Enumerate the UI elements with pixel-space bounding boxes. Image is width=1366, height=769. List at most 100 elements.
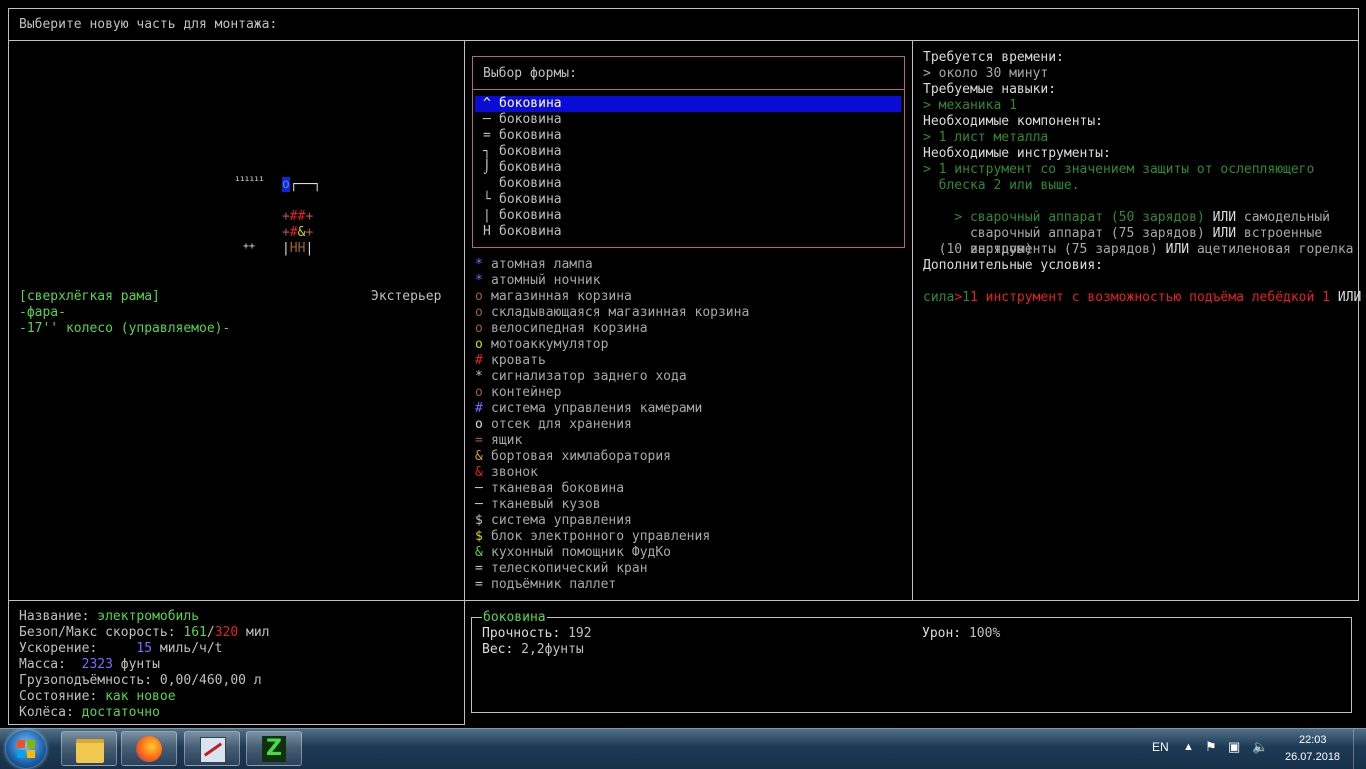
tools-icon	[200, 737, 226, 763]
installed-part-item[interactable]: -фара-	[19, 305, 66, 321]
shape-option[interactable]: ┐ боковина	[475, 144, 901, 160]
part-list-item[interactable]: = телескопический кран	[475, 561, 648, 577]
language-indicator[interactable]: EN	[1152, 740, 1169, 754]
part-info-area: боковина Прочность: 192 Вес: 2,2фунты Ур…	[464, 600, 1359, 725]
part-list-item[interactable]: o велосипедная корзина	[475, 321, 648, 337]
part-info-box: боковина Прочность: 192 Вес: 2,2фунты Ур…	[471, 610, 1352, 713]
part-selection-panel: Выбор формы: ^ боковина ─ боковина = боковина…	[464, 40, 913, 601]
part-symbol: ─	[475, 481, 483, 496]
part-symbol: o	[475, 321, 483, 336]
network-icon[interactable]: ▣	[1228, 739, 1240, 755]
tool-2-line-3: инструменты (75 зарядов) ИЛИ ацетиленова…	[954, 242, 1354, 257]
action-center-icon[interactable]: ⚑	[1205, 739, 1217, 755]
part-list-item[interactable]: & звонок	[475, 465, 538, 481]
time-label: Требуется времени:	[923, 50, 1064, 65]
part-symbol: *	[475, 369, 483, 384]
shape-option[interactable]: Hбоковина	[475, 224, 901, 240]
part-label: ящик	[491, 433, 523, 448]
tool-2-line-1: > сварочный аппарат (50 зарядов) ИЛИ сам…	[954, 210, 1330, 225]
shape-option[interactable]: = боковина	[475, 128, 901, 144]
part-label: телескопический кран	[491, 561, 648, 576]
shape-symbol: ^	[483, 96, 491, 111]
vehicle-row-3: +#&+	[281, 225, 314, 240]
skills-value: > механика 1	[923, 98, 1017, 113]
extra-label: Дополнительные условия:	[923, 258, 1104, 273]
folder-icon	[76, 739, 104, 763]
part-label: тканевый кузов	[491, 497, 601, 512]
shape-label: боковина	[499, 224, 562, 239]
part-damage: Урон: 100%	[922, 626, 1001, 641]
cataclysm-taskbar-button[interactable]: Z	[246, 731, 302, 766]
windows-logo-icon	[17, 740, 35, 758]
volume-icon[interactable]: 🔈	[1252, 739, 1268, 755]
vehicle-row-5: ++	[243, 241, 256, 252]
part-list-item[interactable]: o мотоаккумулятор	[475, 337, 608, 353]
part-list-item[interactable]: o отсек для хранения	[475, 417, 632, 433]
stat-speed: Безоп/Макс скорость: 161/320 мил	[19, 625, 270, 640]
shape-symbol: └	[483, 192, 491, 207]
part-list-item[interactable]: o складывающаяся магазинная корзина	[475, 305, 749, 321]
extra-line-2: сила 1	[923, 290, 970, 305]
shape-option[interactable]: ^ боковина	[475, 96, 901, 112]
clock-time[interactable]: 22:03	[1299, 734, 1327, 746]
shape-option[interactable]: ─ боковина	[475, 112, 901, 128]
part-label: контейнер	[491, 385, 562, 400]
shape-option[interactable]: ⌡ боковина	[475, 160, 901, 176]
installed-part-item[interactable]: -17'' колесо (управляемое)-	[19, 321, 230, 337]
shape-dialog-divider	[473, 89, 904, 90]
stat-cargo: Грузоподъёмность: 0,00/460,00 л	[19, 673, 262, 688]
part-symbol: $	[475, 513, 483, 528]
part-list-item[interactable]: $ система управления	[475, 513, 632, 529]
part-symbol: *	[475, 257, 483, 272]
part-list-item[interactable]: # кровать	[475, 353, 546, 369]
part-label: атомная лампа	[491, 257, 593, 272]
part-list-item[interactable]: $ блок электронного управления	[475, 529, 710, 545]
explorer-taskbar-button[interactable]	[61, 731, 117, 766]
stat-condition: Состояние: как новое	[19, 689, 176, 704]
shape-options-list: ^ боковина ─ боковина = боковина ┐ боковина ⌡ бок…	[475, 96, 903, 242]
vehicle-row-2: +##+	[281, 209, 314, 224]
part-symbol: #	[475, 353, 483, 368]
app-taskbar-button[interactable]	[184, 731, 240, 766]
part-symbol: o	[475, 385, 483, 400]
part-list-item[interactable]: o магазинная корзина	[475, 289, 632, 305]
part-list-item[interactable]: * атомный ночник	[475, 273, 601, 289]
shape-option[interactable]: └ боковина	[475, 192, 901, 208]
shape-option[interactable]: | боковина	[475, 208, 901, 224]
stat-acceleration: Ускорение: 15 миль/ч/t	[19, 641, 223, 656]
show-desktop-button[interactable]	[1353, 729, 1366, 769]
part-label: велосипедная корзина	[491, 321, 648, 336]
part-label: атомный ночник	[491, 273, 601, 288]
part-symbol: &	[475, 465, 483, 480]
shape-option[interactable]: боковина	[475, 176, 901, 192]
part-list-item[interactable]: = ящик	[475, 433, 522, 449]
part-label: магазинная корзина	[491, 289, 632, 304]
taskbar: Z EN ▲ ⚑ ▣ 🔈 22:03 26.07.2018	[0, 728, 1366, 769]
part-list-item[interactable]: * атомная лампа	[475, 257, 593, 273]
part-list-item[interactable]: = подъёмник паллет	[475, 577, 616, 593]
stat-name: Название: электромобиль	[19, 609, 200, 624]
part-symbol: &	[475, 449, 483, 464]
part-weight: Вес: 2,2фунты	[482, 642, 584, 657]
tool-2-line-2: сварочный аппарат (75 зарядов) ИЛИ встро…	[954, 226, 1323, 241]
shape-symbol: |	[483, 208, 491, 223]
components-value: > 1 лист металла	[923, 130, 1049, 145]
part-list-item[interactable]: ─ тканевый кузов	[475, 497, 601, 513]
vehicle-cursor[interactable]: o	[281, 177, 290, 192]
part-symbol: =	[475, 433, 483, 448]
part-label: мотоаккумулятор	[491, 337, 609, 352]
start-button[interactable]	[6, 730, 46, 768]
show-hidden-icons-button[interactable]: ▲	[1183, 741, 1194, 753]
installed-part-item[interactable]: [сверхлёгкая рама]	[19, 289, 160, 305]
part-list-item[interactable]: ─ тканевая боковина	[475, 481, 624, 497]
part-list-item[interactable]: # система управления камерами	[475, 401, 702, 417]
clock-date[interactable]: 26.07.2018	[1285, 751, 1340, 763]
part-list-item[interactable]: * сигнализатор заднего хода	[475, 369, 687, 385]
part-info-title: боковина	[482, 610, 547, 626]
part-list-item[interactable]: & кухонный помощник ФудКо	[475, 545, 671, 561]
part-list-item[interactable]: & бортовая химлаборатория	[475, 449, 671, 465]
part-list-item[interactable]: o контейнер	[475, 385, 561, 401]
shape-dialog-title: Выбор формы:	[483, 66, 577, 81]
part-label: бортовая химлаборатория	[491, 449, 672, 464]
firefox-taskbar-button[interactable]	[121, 731, 177, 766]
